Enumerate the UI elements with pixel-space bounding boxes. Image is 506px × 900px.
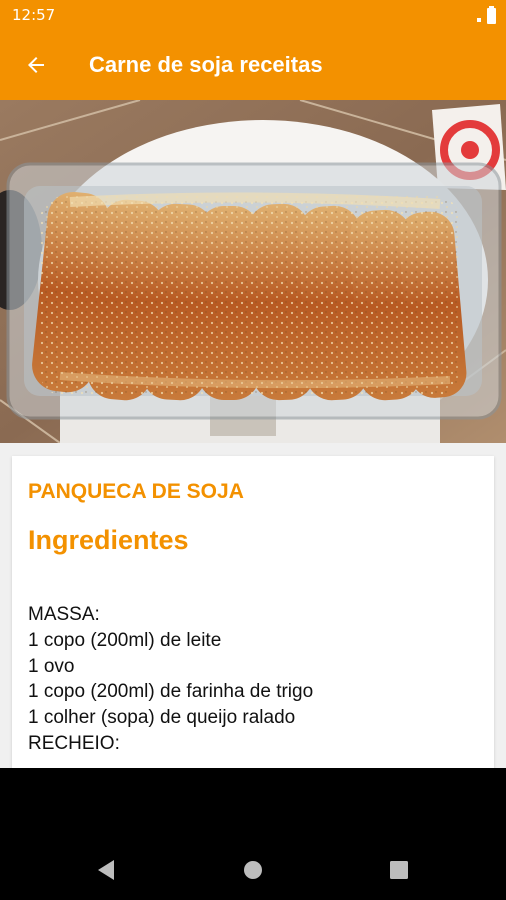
arrow-back-icon	[28, 57, 44, 73]
list-item: 1 ovo	[28, 655, 75, 677]
back-button[interactable]	[14, 43, 58, 87]
list-item: RECHEIO:	[28, 732, 120, 754]
nav-home-icon	[244, 861, 262, 879]
nav-recents-button[interactable]	[379, 850, 419, 890]
list-item: 1 copo (200ml) de farinha de trigo	[28, 681, 314, 703]
app-title: Carne de soja receitas	[89, 52, 323, 77]
recipe-title: PANQUECA DE SOJA	[28, 480, 244, 503]
recipe-content[interactable]: PANQUECA DE SOJA Ingredientes MASSA: 1 c…	[0, 100, 506, 768]
nav-back-icon	[98, 860, 114, 880]
ingredients-heading: Ingredientes	[28, 525, 189, 555]
status-time: 12:57	[12, 6, 56, 24]
list-item: 1 copo (200ml) de leite	[28, 629, 222, 651]
recipe-photo	[0, 100, 506, 443]
ingredient-list: MASSA: 1 copo (200ml) de leite 1 ovo 1 c…	[28, 602, 313, 757]
signal-icon	[477, 18, 481, 22]
nav-recents-icon	[390, 861, 408, 879]
nav-home-button[interactable]	[233, 850, 273, 890]
status-bar: 12:57	[0, 0, 506, 30]
nav-back-button[interactable]	[86, 850, 126, 890]
navigation-bar	[0, 768, 506, 900]
recipe-card: PANQUECA DE SOJA Ingredientes MASSA: 1 c…	[12, 456, 494, 768]
list-item: MASSA:	[28, 604, 100, 625]
app-bar: Carne de soja receitas	[0, 30, 506, 100]
battery-icon	[487, 6, 496, 24]
status-icons	[477, 6, 496, 24]
list-item: 1 colher (sopa) de queijo ralado	[28, 707, 296, 729]
